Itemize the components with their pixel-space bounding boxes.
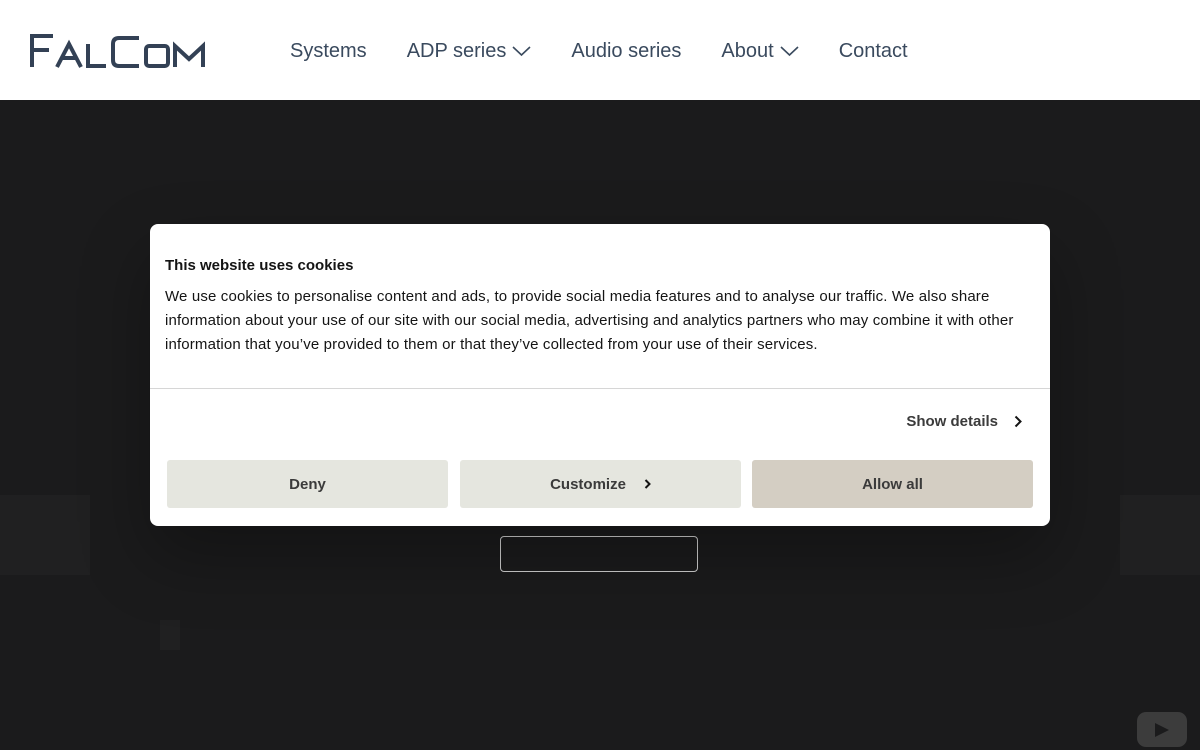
- nav-audio-series[interactable]: Audio series: [571, 40, 681, 63]
- background-pattern: [160, 620, 180, 650]
- show-details-label: Show details: [906, 413, 998, 430]
- background-pattern: [0, 495, 90, 575]
- hero-cta-button[interactable]: [500, 536, 698, 572]
- nav-about[interactable]: About: [721, 39, 799, 63]
- youtube-icon[interactable]: [1137, 712, 1187, 747]
- falcom-logo[interactable]: [29, 33, 213, 69]
- nav-adp-series[interactable]: ADP series: [407, 40, 532, 63]
- cookie-dialog-title: This website uses cookies: [165, 257, 354, 274]
- show-details-link[interactable]: Show details: [906, 413, 1022, 430]
- allow-all-button[interactable]: Allow all: [752, 460, 1033, 508]
- customize-button[interactable]: Customize: [460, 460, 741, 508]
- deny-button[interactable]: Deny: [167, 460, 448, 508]
- deny-button-label: Deny: [289, 475, 326, 493]
- chevron-right-icon: [1014, 415, 1022, 428]
- chevron-down-icon: [512, 46, 531, 57]
- nav-systems-label: Systems: [290, 39, 367, 62]
- nav-adp-series-label: ADP series: [406, 39, 507, 62]
- nav-systems[interactable]: Systems: [290, 40, 367, 63]
- nav-contact-label: Contact: [838, 39, 908, 62]
- nav-audio-series-label: Audio series: [571, 39, 682, 62]
- customize-button-label: Customize: [550, 475, 626, 493]
- play-icon: [1155, 723, 1169, 737]
- background-pattern: [1120, 495, 1200, 575]
- allow-all-button-label: Allow all: [862, 475, 923, 493]
- divider: [150, 388, 1050, 389]
- nav-about-label: About: [721, 39, 774, 62]
- main-nav: Systems ADP series Audio series About Co…: [290, 38, 948, 64]
- nav-contact[interactable]: Contact: [839, 40, 908, 63]
- cookie-dialog-body: We use cookies to personalise content an…: [165, 288, 1014, 353]
- cookie-consent-dialog: This website uses cookies We use cookies…: [150, 224, 1050, 526]
- chevron-right-icon: [644, 479, 651, 489]
- chevron-down-icon: [780, 46, 799, 57]
- site-header: Systems ADP series Audio series About Co…: [0, 0, 1200, 100]
